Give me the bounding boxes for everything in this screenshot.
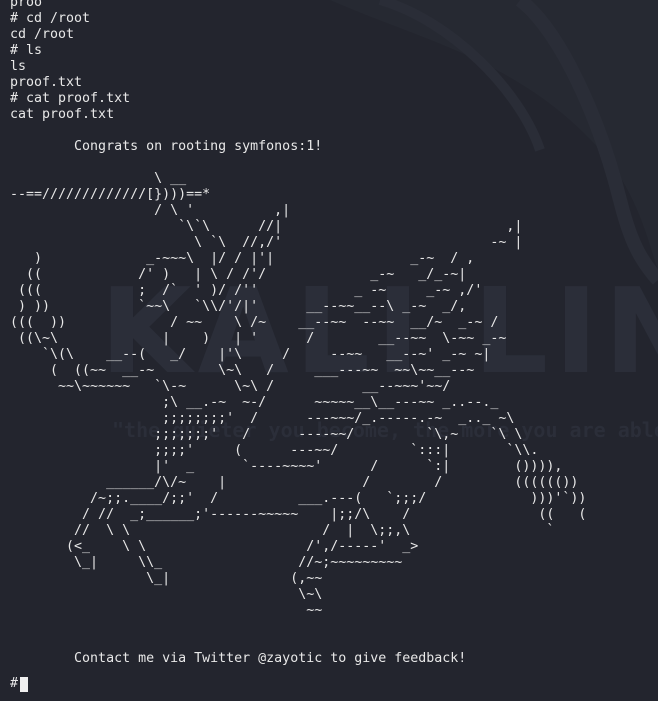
shell-prompt-line[interactable]: # (10, 676, 29, 692)
congrats-message: Congrats on rooting symfonos:1! (10, 139, 323, 154)
output-line: proof.txt (10, 75, 83, 90)
command-line: # cat proof.txt (10, 91, 131, 106)
text-cursor (20, 676, 29, 692)
terminal-output: proo # cd /root cd /root # ls ls proof.t… (10, 0, 586, 667)
output-line: cd /root (10, 27, 75, 42)
command-line: # cd /root (10, 11, 91, 26)
output-line: ls (10, 59, 27, 74)
output-line: proo (10, 0, 43, 10)
feedback-message: Contact me via Twitter @zayotic to give … (10, 651, 467, 666)
output-line: cat proof.txt (10, 107, 115, 122)
prompt-symbol: # (10, 676, 19, 691)
command-line: # ls (10, 43, 43, 58)
terminal-window[interactable]: KALI LINUX "the quieter you become, the … (0, 0, 658, 701)
dragon-ascii-art: \ __ --==/////////////[})))==* / \ ' ,| … (10, 171, 587, 618)
